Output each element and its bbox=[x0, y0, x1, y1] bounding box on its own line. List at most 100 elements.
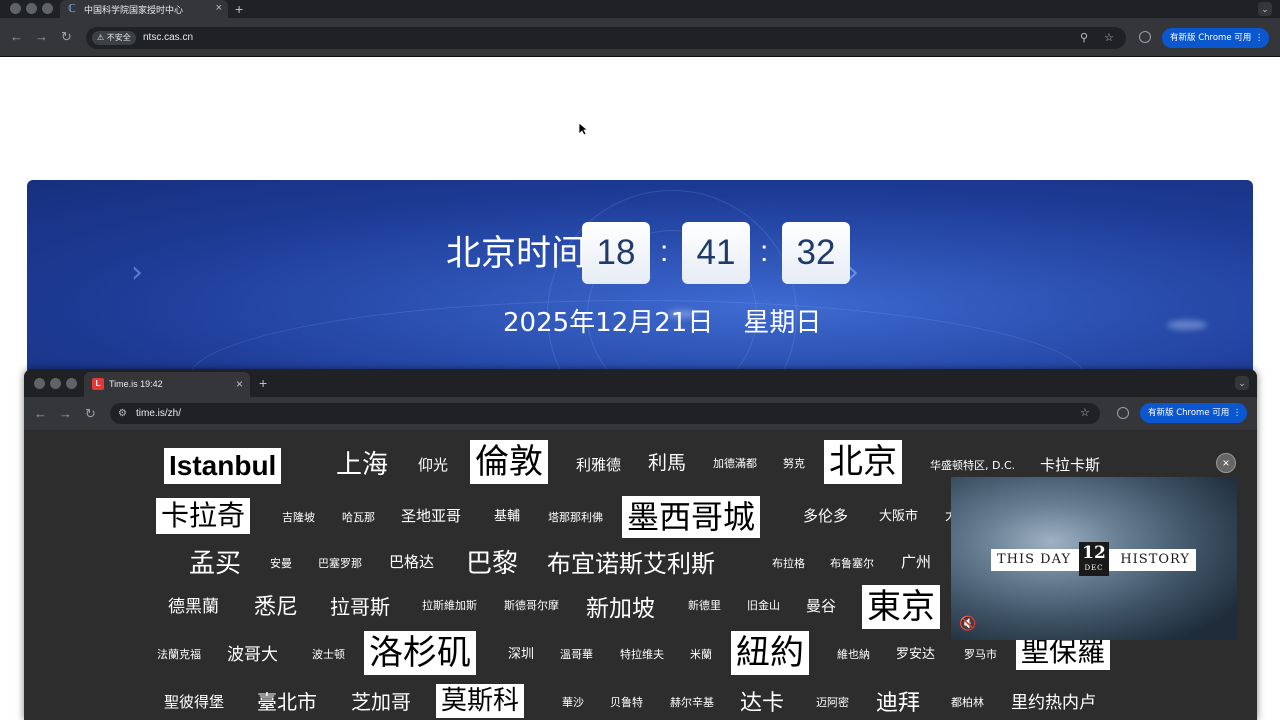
city-link[interactable]: 贝鲁特 bbox=[610, 696, 643, 710]
city-link[interactable]: 斯德哥尔摩 bbox=[504, 599, 559, 613]
bookmark-star-icon[interactable]: ☆ bbox=[1104, 30, 1114, 46]
chrome-update-button[interactable]: 有新版 Chrome 可用 ⋮ bbox=[1140, 403, 1248, 423]
city-link[interactable]: 法蘭克福 bbox=[157, 648, 201, 662]
city-link[interactable]: 卡拉奇 bbox=[156, 498, 251, 534]
city-link[interactable]: 巴格达 bbox=[389, 552, 434, 572]
city-link[interactable]: 溫哥華 bbox=[560, 648, 593, 662]
city-link[interactable]: 波士顿 bbox=[312, 648, 345, 662]
video-close-button[interactable]: × bbox=[1216, 453, 1236, 473]
city-link[interactable]: 达卡 bbox=[740, 689, 784, 718]
city-link[interactable]: 卡拉卡斯 bbox=[1040, 455, 1100, 475]
city-link[interactable]: 墨西哥城 bbox=[622, 496, 761, 538]
tab-search-chevron-icon[interactable]: ⌄ bbox=[1235, 376, 1249, 390]
city-link[interactable]: 拉斯維加斯 bbox=[422, 599, 477, 613]
city-link[interactable]: 紐約 bbox=[731, 631, 809, 675]
city-link[interactable]: 里约热内卢 bbox=[1011, 692, 1096, 714]
city-link[interactable]: 倫敦 bbox=[470, 440, 548, 484]
tab-ntsc[interactable]: ℂ 中国科学院国家授时中心 × bbox=[60, 0, 228, 18]
site-settings-icon[interactable]: ⚙ bbox=[118, 406, 127, 421]
tab-search-chevron-icon[interactable]: ⌄ bbox=[1258, 2, 1272, 16]
city-link[interactable]: 新德里 bbox=[688, 599, 721, 613]
window-close-button[interactable] bbox=[34, 378, 45, 389]
city-link[interactable]: 維也納 bbox=[837, 648, 870, 662]
address-bar[interactable]: ⚙ time.is/zh/ ☆ bbox=[110, 403, 1100, 424]
city-link[interactable]: 基輔 bbox=[494, 508, 520, 525]
tab-timeis[interactable]: L Time.is 19:42 × bbox=[84, 372, 250, 397]
city-link[interactable]: 北京 bbox=[824, 440, 902, 484]
new-tab-button[interactable]: + bbox=[235, 0, 243, 18]
forward-arrow-icon[interactable]: → bbox=[35, 30, 48, 44]
city-link[interactable]: 深圳 bbox=[508, 646, 534, 663]
city-link[interactable]: 罗安达 bbox=[896, 646, 935, 663]
city-link[interactable]: 利雅德 bbox=[576, 455, 621, 475]
mute-icon[interactable]: 🔇 bbox=[959, 615, 976, 631]
back-arrow-icon[interactable]: ← bbox=[34, 407, 47, 421]
tab-close-icon[interactable]: × bbox=[216, 2, 222, 15]
zoom-icon[interactable]: ⚲ bbox=[1080, 30, 1088, 46]
city-link[interactable]: 新加坡 bbox=[586, 594, 655, 624]
city-link[interactable]: 布宜诺斯艾利斯 bbox=[547, 549, 715, 580]
profile-avatar-icon[interactable] bbox=[1139, 31, 1151, 43]
reload-icon[interactable]: ↻ bbox=[85, 407, 96, 421]
tab-close-icon[interactable]: × bbox=[236, 377, 243, 391]
video-month: DEC bbox=[1084, 564, 1104, 572]
city-link[interactable]: 聖彼得堡 bbox=[164, 692, 224, 712]
city-link[interactable]: 旧金山 bbox=[747, 599, 780, 613]
city-link[interactable]: 迈阿密 bbox=[816, 696, 849, 710]
window-zoom-button[interactable] bbox=[42, 3, 53, 14]
city-link[interactable]: 波哥大 bbox=[227, 644, 278, 666]
back-arrow-icon[interactable]: ← bbox=[10, 30, 23, 44]
city-link[interactable]: 上海 bbox=[336, 448, 388, 482]
reload-icon[interactable]: ↻ bbox=[61, 30, 72, 44]
city-link[interactable]: 巴黎 bbox=[466, 547, 518, 581]
city-link[interactable]: 曼谷 bbox=[806, 596, 836, 616]
new-tab-button[interactable]: + bbox=[259, 374, 267, 392]
city-link[interactable]: 努克 bbox=[783, 457, 805, 471]
profile-avatar-icon[interactable] bbox=[1117, 407, 1129, 419]
forward-arrow-icon[interactable]: → bbox=[59, 407, 72, 421]
window-zoom-button[interactable] bbox=[66, 378, 77, 389]
city-link[interactable]: Istanbul bbox=[164, 448, 282, 484]
city-link[interactable]: 多伦多 bbox=[803, 506, 848, 526]
window-minimize-button[interactable] bbox=[26, 3, 37, 14]
city-link[interactable]: 罗马市 bbox=[964, 648, 997, 662]
city-link[interactable]: 拉哥斯 bbox=[330, 594, 390, 620]
chrome-update-button[interactable]: 有新版 Chrome 可用 ⋮ bbox=[1162, 28, 1270, 48]
city-link[interactable]: 华盛顿特区, D.C. bbox=[930, 459, 1015, 473]
city-link[interactable]: 德黑蘭 bbox=[168, 596, 219, 618]
city-link[interactable]: 大阪市 bbox=[879, 508, 918, 525]
city-link[interactable]: 芝加哥 bbox=[351, 689, 411, 715]
city-link[interactable]: 迪拜 bbox=[876, 689, 920, 718]
city-link[interactable]: 赫尔辛基 bbox=[670, 696, 714, 710]
city-link[interactable]: 吉隆坡 bbox=[282, 511, 315, 525]
city-link[interactable]: 莫斯科 bbox=[436, 684, 525, 718]
not-secure-chip[interactable]: ⚠ 不安全 bbox=[92, 31, 136, 45]
city-link[interactable]: 臺北市 bbox=[257, 689, 317, 715]
city-link[interactable]: 米蘭 bbox=[690, 648, 712, 662]
city-link[interactable]: 特拉维夫 bbox=[620, 648, 664, 662]
city-link[interactable]: 巴塞罗那 bbox=[318, 557, 362, 571]
city-link[interactable]: 广州 bbox=[901, 552, 931, 572]
city-link[interactable]: 塔那那利佛 bbox=[548, 511, 603, 525]
city-link[interactable]: 悉尼 bbox=[254, 593, 298, 622]
bookmark-star-icon[interactable]: ☆ bbox=[1080, 405, 1090, 421]
city-link[interactable]: 布拉格 bbox=[772, 557, 805, 571]
city-link[interactable]: 孟买 bbox=[189, 547, 241, 581]
window-close-button[interactable] bbox=[10, 3, 21, 14]
city-link[interactable]: 加德滿都 bbox=[713, 457, 757, 471]
address-bar[interactable]: ⚠ 不安全 ntsc.cas.cn ⚲ ☆ bbox=[86, 27, 1126, 49]
more-menu-icon[interactable]: ⋮ bbox=[1233, 403, 1242, 423]
city-link[interactable]: 東京 bbox=[862, 585, 940, 629]
video-player[interactable]: THIS DAY HISTORY 12 DEC 🔇 bbox=[951, 477, 1237, 640]
city-link[interactable]: 利馬 bbox=[648, 451, 686, 476]
city-link[interactable]: 仰光 bbox=[418, 455, 448, 475]
city-link[interactable]: 洛杉矶 bbox=[364, 631, 476, 675]
city-link[interactable]: 都柏林 bbox=[951, 696, 984, 710]
window-minimize-button[interactable] bbox=[50, 378, 61, 389]
city-link[interactable]: 華沙 bbox=[562, 696, 584, 710]
city-link[interactable]: 圣地亚哥 bbox=[401, 506, 461, 526]
city-link[interactable]: 安曼 bbox=[270, 557, 292, 571]
more-menu-icon[interactable]: ⋮ bbox=[1255, 28, 1264, 48]
city-link[interactable]: 布鲁塞尔 bbox=[830, 557, 874, 571]
city-link[interactable]: 哈瓦那 bbox=[342, 511, 375, 525]
